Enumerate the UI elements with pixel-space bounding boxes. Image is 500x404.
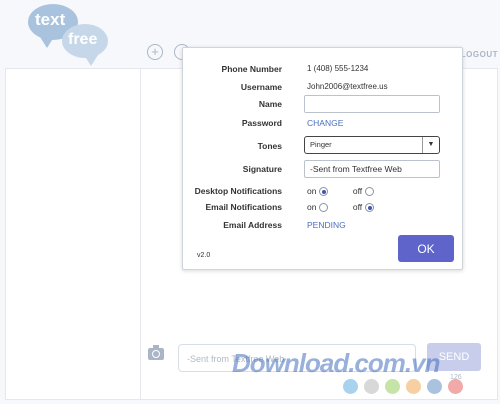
plus-circle-icon[interactable]: + — [147, 44, 163, 60]
email-address-row: Email Address PENDING — [183, 216, 462, 234]
name-label: Name — [258, 99, 282, 109]
desktop-notifications-on-radio[interactable] — [319, 187, 329, 197]
chevron-down-icon[interactable]: ▼ — [422, 137, 439, 153]
email-notifications-on-radio[interactable] — [319, 203, 329, 213]
change-password-link[interactable]: CHANGE — [307, 114, 343, 132]
signature-row: Signature -Sent from Textfree Web — [183, 160, 462, 178]
camera-icon[interactable] — [148, 345, 164, 360]
theme-color-swatch[interactable] — [448, 379, 463, 394]
conversation-list[interactable] — [5, 68, 141, 400]
email-address-status[interactable]: PENDING — [307, 216, 346, 234]
logo-text: text — [35, 10, 66, 29]
email-notifications-options: on off — [307, 198, 375, 216]
signature-input[interactable]: -Sent from Textfree Web — [304, 160, 440, 178]
settings-dialog: Phone Number 1 (408) 555-1234 Username J… — [182, 47, 463, 270]
on-label: on — [307, 202, 317, 212]
logout-link[interactable]: LOGOUT — [461, 50, 498, 59]
on-label: on — [307, 186, 317, 196]
tones-label: Tones — [257, 141, 282, 151]
logo-text: free — [68, 31, 98, 48]
theme-color-swatch[interactable] — [427, 379, 442, 394]
name-input[interactable] — [304, 95, 440, 113]
signature-label: Signature — [242, 164, 282, 174]
phone-number-label: Phone Number — [221, 64, 282, 74]
tones-select[interactable]: Pinger ▼ — [304, 136, 440, 154]
name-row: Name — [183, 95, 462, 113]
ok-button[interactable]: OK — [398, 235, 454, 262]
email-notifications-row: Email Notifications on off — [183, 198, 462, 216]
tones-selected-value: Pinger — [310, 140, 332, 149]
tones-row: Tones Pinger ▼ — [183, 136, 462, 154]
password-label: Password — [241, 118, 282, 128]
email-notifications-label: Email Notifications — [205, 202, 282, 212]
theme-color-swatch[interactable] — [406, 379, 421, 394]
version-label: v2.0 — [197, 252, 211, 259]
watermark: Download.com.vn — [232, 348, 440, 378]
username-row: Username John2006@textfree.us — [183, 78, 462, 96]
desktop-notifications-off-radio[interactable] — [365, 187, 375, 197]
username-label: Username — [240, 82, 282, 92]
phone-number-row: Phone Number 1 (408) 555-1234 — [183, 60, 462, 78]
username-value: John2006@textfree.us — [307, 82, 388, 91]
textfree-logo: text free — [28, 4, 108, 66]
email-address-label: Email Address — [223, 220, 282, 230]
off-label: off — [352, 186, 363, 196]
password-row: Password CHANGE — [183, 114, 462, 132]
theme-color-swatch[interactable] — [343, 379, 358, 394]
theme-color-swatch[interactable] — [364, 379, 379, 394]
email-notifications-off-radio[interactable] — [365, 203, 375, 213]
theme-color-swatch[interactable] — [385, 379, 400, 394]
theme-color-picker[interactable] — [343, 379, 463, 394]
off-label: off — [352, 202, 363, 212]
phone-number-value: 1 (408) 555-1234 — [307, 64, 369, 73]
